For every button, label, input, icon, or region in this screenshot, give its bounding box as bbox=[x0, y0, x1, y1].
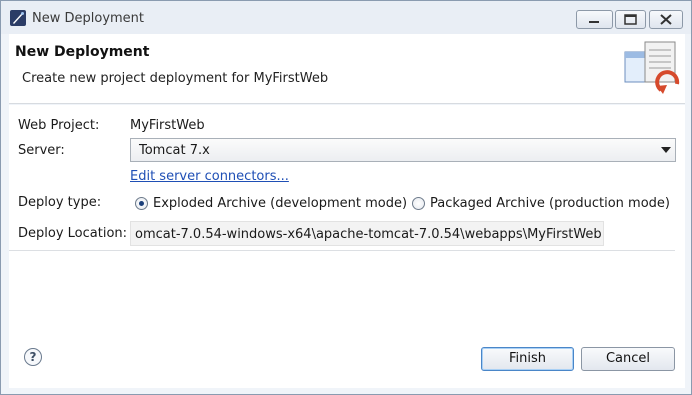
deploy-location-field[interactable]: omcat-7.0.54-windows-x64\apache-tomcat-7… bbox=[130, 221, 604, 246]
minimize-button[interactable] bbox=[576, 10, 613, 29]
window-title: New Deployment bbox=[32, 11, 145, 26]
deploy-location-label: Deploy Location: bbox=[18, 226, 128, 241]
wizard-header: New Deployment Create new project deploy… bbox=[9, 34, 685, 104]
form-area: Web Project: MyFirstWeb Server: Tomcat 7… bbox=[9, 105, 685, 388]
help-icon[interactable]: ? bbox=[24, 348, 42, 366]
maximize-icon bbox=[624, 14, 637, 25]
web-project-value: MyFirstWeb bbox=[130, 118, 205, 133]
close-icon bbox=[660, 14, 672, 25]
finish-button[interactable]: Finish bbox=[481, 347, 574, 371]
close-button[interactable] bbox=[649, 10, 683, 29]
server-label: Server: bbox=[18, 143, 65, 158]
deploy-location-value: omcat-7.0.54-windows-x64\apache-tomcat-7… bbox=[135, 227, 602, 242]
radio-button-unchecked[interactable] bbox=[412, 196, 425, 210]
edit-server-connectors-link[interactable]: Edit server connectors... bbox=[130, 169, 289, 184]
cancel-button[interactable]: Cancel bbox=[581, 347, 675, 371]
page-description: Create new project deployment for MyFirs… bbox=[22, 71, 329, 86]
maximize-button[interactable] bbox=[615, 10, 646, 29]
deploy-type-label: Deploy type: bbox=[18, 195, 102, 210]
eclipse-icon bbox=[10, 10, 26, 26]
server-select[interactable]: Tomcat 7.x bbox=[130, 138, 676, 162]
title-bar[interactable]: New Deployment bbox=[1, 1, 691, 34]
radio-packaged-archive[interactable]: Packaged Archive (production mode) bbox=[412, 194, 670, 212]
separator bbox=[9, 250, 675, 251]
radio-exploded-archive[interactable]: Exploded Archive (development mode) bbox=[135, 194, 407, 212]
minimize-icon bbox=[589, 21, 599, 23]
server-selected-value: Tomcat 7.x bbox=[139, 143, 210, 158]
radio-button-checked[interactable] bbox=[135, 196, 148, 210]
chevron-down-icon[interactable] bbox=[661, 147, 671, 153]
radio-label: Exploded Archive (development mode) bbox=[153, 195, 408, 211]
deploy-wizard-icon bbox=[617, 38, 683, 98]
dialog-window: New Deployment New Deployment Create new… bbox=[0, 0, 692, 395]
web-project-label: Web Project: bbox=[18, 118, 100, 133]
radio-label: Packaged Archive (production mode) bbox=[430, 195, 670, 211]
page-title: New Deployment bbox=[15, 44, 150, 60]
